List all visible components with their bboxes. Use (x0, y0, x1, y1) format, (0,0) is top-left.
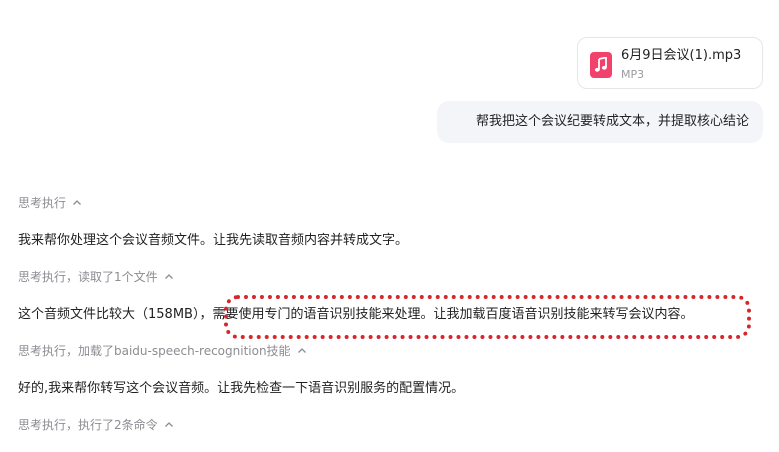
thinking-toggle-2[interactable]: 思考执行，读取了1个文件 (18, 269, 174, 285)
attachment-file-type: MP3 (621, 68, 645, 81)
attachment-file-name: 6月9日会议(1).mp3 (621, 48, 742, 63)
user-message-bubble: 帮我把这个会议纪要转成文本，并提取核心结论 (437, 101, 763, 143)
thinking-toggle-label: 思考执行，执行了2条命令 (18, 418, 158, 432)
thinking-toggle-label: 思考执行，加载了baidu-speech-recognition技能 (18, 344, 291, 358)
music-note-icon (590, 52, 612, 78)
thinking-toggle-1[interactable]: 思考执行 (18, 195, 82, 211)
chevron-up-icon (164, 274, 173, 279)
attachment-card[interactable]: 6月9日会议(1).mp3 MP3 (577, 37, 763, 89)
thinking-toggle-label: 思考执行 (18, 196, 67, 210)
thinking-toggle-label: 思考执行，读取了1个文件 (18, 270, 158, 284)
thinking-toggle-4[interactable]: 思考执行，执行了2条命令 (18, 417, 174, 433)
chevron-up-icon (164, 422, 173, 427)
assistant-message-2: 这个音频文件比较大（158MB），需要使用专门的语音识别技能来处理。让我加载百度… (18, 307, 694, 322)
assistant-message-3: 好的,我来帮你转写这个会议音频。让我先检查一下语音识别服务的配置情况。 (18, 381, 465, 396)
thinking-toggle-3[interactable]: 思考执行，加载了baidu-speech-recognition技能 (18, 343, 307, 359)
chevron-up-icon (73, 200, 81, 205)
assistant-message-1: 我来帮你处理这个会议音频文件。让我先读取音频内容并转成文字。 (18, 233, 409, 248)
chevron-up-icon (297, 348, 306, 353)
